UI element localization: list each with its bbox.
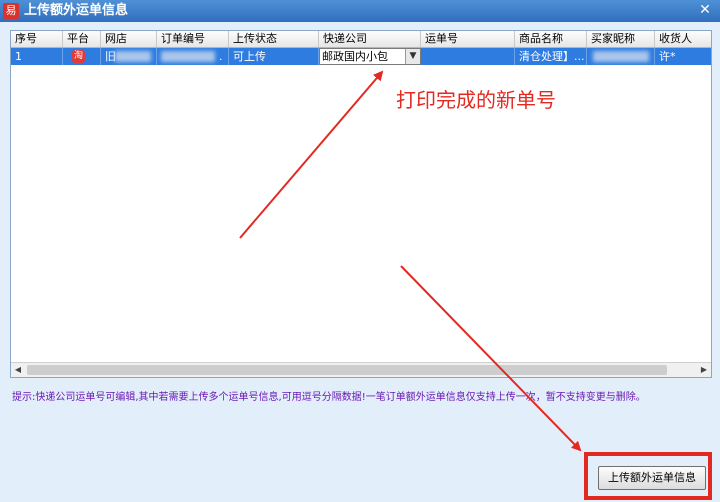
arrow-to-upload-button: [400, 265, 582, 452]
annotation-arrows: [239, 70, 582, 452]
arrow-to-tracking-number: [239, 70, 384, 239]
